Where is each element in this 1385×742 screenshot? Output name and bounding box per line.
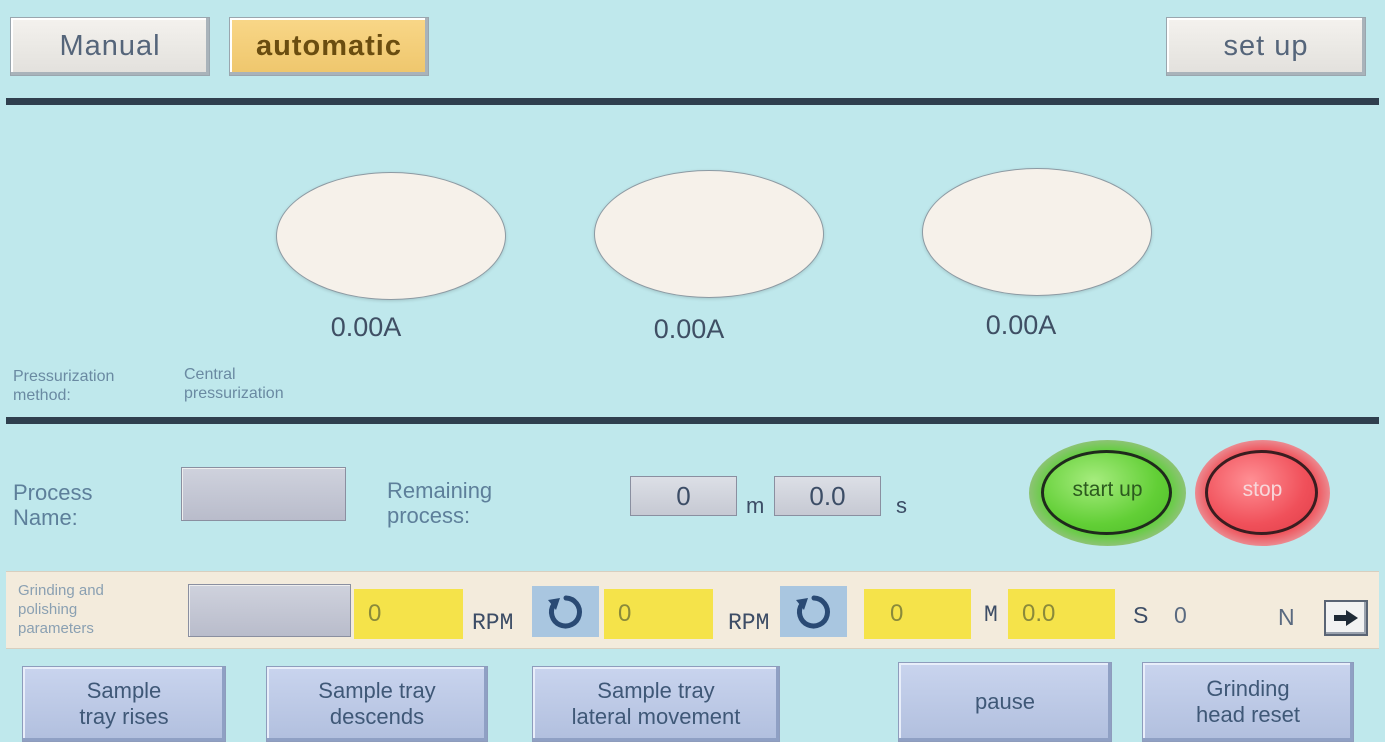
rpm-2-field[interactable]: 0 [604, 589, 713, 639]
stop-label: stop [1242, 478, 1283, 501]
rpm-2-unit: RPM [728, 610, 770, 636]
params-name-field[interactable] [188, 584, 351, 637]
force-value: 0 [1174, 602, 1187, 628]
stop-button[interactable]: stop [1195, 440, 1330, 546]
sample-tray-rise-button[interactable]: Sample tray rises [22, 666, 226, 742]
gauge-3-indicator [922, 168, 1152, 296]
params-label-line3: parameters [18, 620, 94, 637]
manual-button[interactable]: Manual [10, 17, 210, 76]
remaining-label-line2: process: [387, 503, 471, 528]
start-up-label: start up [1072, 478, 1143, 501]
sample-tray-descend-button[interactable]: Sample tray descends [266, 666, 488, 742]
middle-divider [6, 417, 1379, 424]
params-label-line2: polishing [18, 601, 78, 618]
process-name-label-line2: Name: [13, 505, 78, 530]
gauge-2-indicator [594, 170, 824, 298]
gauge-1-value: 0.00A [330, 312, 402, 342]
setup-button[interactable]: set up [1166, 17, 1366, 76]
process-name-label: Process Name: [13, 480, 163, 530]
next-page-button[interactable] [1324, 600, 1368, 636]
rotate-ccw-icon [547, 595, 582, 628]
remaining-process-label: Remaining process: [387, 478, 587, 528]
automatic-button[interactable]: automatic [229, 17, 429, 76]
rpm-1-unit: RPM [472, 610, 514, 636]
reset-line2: head reset [1196, 702, 1300, 727]
gauge-1-indicator [276, 172, 506, 300]
pressurization-value-line1: Central [184, 366, 236, 383]
process-name-field[interactable] [181, 467, 346, 521]
reset-line1: Grinding [1206, 676, 1290, 701]
descend-line1: Sample tray [318, 678, 436, 703]
pressurization-value: Central pressurization [184, 365, 384, 403]
top-divider [6, 98, 1379, 105]
remaining-seconds-unit: s [896, 493, 907, 518]
lateral-line2: lateral movement [571, 704, 741, 729]
minutes-unit: M [984, 602, 998, 628]
remaining-minutes-unit: m [746, 493, 765, 518]
grinding-parameters-label: Grinding and polishing parameters [18, 581, 188, 638]
rpm-1-field[interactable]: 0 [354, 589, 463, 639]
rotate-ccw-icon [795, 595, 830, 628]
pressurization-value-line2: pressurization [184, 385, 284, 402]
pause-button[interactable]: pause [898, 662, 1112, 742]
sample-tray-lateral-button[interactable]: Sample tray lateral movement [532, 666, 780, 742]
lateral-line1: Sample tray [597, 678, 715, 703]
pressurization-label-line1: Pressurization [13, 368, 115, 385]
rotation-1-toggle[interactable] [532, 586, 599, 637]
params-label-line1: Grinding and [18, 582, 104, 599]
gauge-2-value: 0.00A [653, 314, 725, 344]
descend-line2: descends [329, 704, 425, 729]
pressurization-label: Pressurization method: [13, 367, 183, 405]
remaining-seconds-field: 0.0 [774, 476, 881, 516]
grinding-head-reset-button[interactable]: Grinding head reset [1142, 662, 1354, 742]
seconds-unit: S [1133, 602, 1149, 628]
remaining-label-line1: Remaining [387, 478, 493, 503]
rotation-2-toggle[interactable] [780, 586, 847, 637]
pressurization-label-line2: method: [13, 387, 71, 404]
rise-line2: tray rises [79, 704, 169, 729]
remaining-minutes-field: 0 [630, 476, 737, 516]
seconds-field[interactable]: 0.0 [1008, 589, 1115, 639]
arrow-right-icon [1334, 610, 1358, 626]
force-unit: N [1278, 604, 1295, 630]
start-up-button[interactable]: start up [1029, 440, 1186, 546]
process-name-label-line1: Process [13, 480, 93, 505]
gauge-3-value: 0.00A [985, 310, 1057, 340]
minutes-field[interactable]: 0 [864, 589, 971, 639]
rise-line1: Sample [86, 678, 162, 703]
